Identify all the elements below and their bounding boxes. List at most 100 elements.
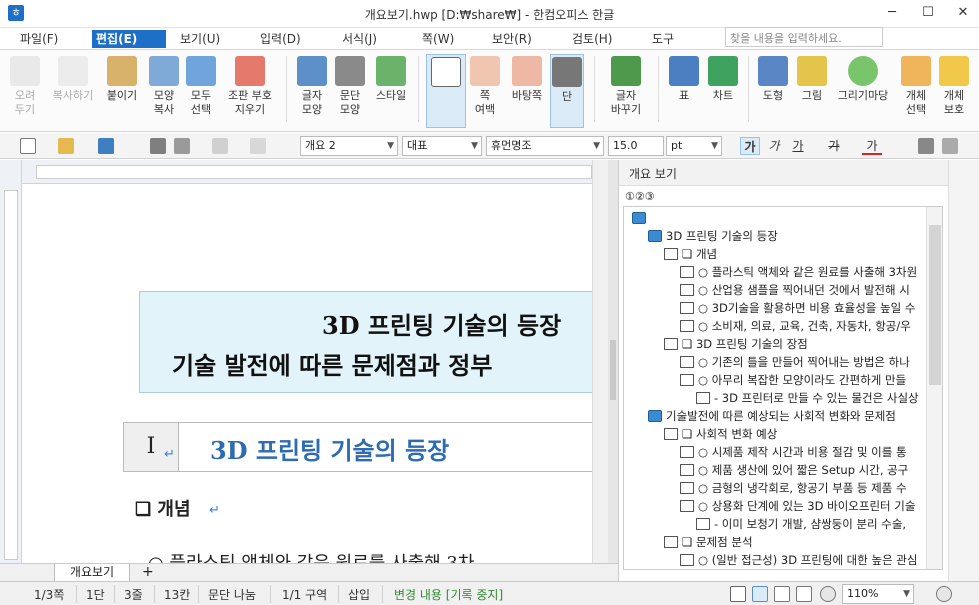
clear-codes-button[interactable]: 조판 부호 지우기 [222,54,278,128]
picture-button[interactable]: 그림 [794,54,830,128]
title-box[interactable]: 3D 프린팅 기술의 등장 기술 발전에 따른 문제점과 정부 [139,291,592,393]
zoom-out-icon[interactable] [820,586,836,602]
horizontal-ruler[interactable] [22,160,592,184]
italic-button[interactable]: 가 [764,137,784,155]
pane-splitter[interactable] [608,160,618,580]
copy-button[interactable]: 복사하기 [48,54,98,128]
menu-page[interactable]: 쪽(W) [418,30,458,48]
strikethrough-button[interactable]: 가 [824,137,844,155]
object-protect-button[interactable]: 개체 보호 [938,54,970,128]
outline-row[interactable]: - 3D 프린터로 만들 수 있는 물건은 사실상 [696,389,919,407]
outline-level-selector[interactable]: ①②③ [625,190,655,203]
shape-button[interactable]: 도형 [754,54,792,128]
menu-file[interactable]: 파일(F) [16,30,62,48]
menu-tools[interactable]: 도구 [648,30,678,48]
document-scrollbar[interactable] [592,160,608,565]
outline-row[interactable]: - 이미 보청기 개발, 샴쌍둥이 분리 수술, [696,515,906,533]
print-icon[interactable] [150,138,166,154]
font-name-select[interactable]: 휴먼명조 ▼ [486,136,604,156]
document-area[interactable]: 3D 프린팅 기술의 등장 기술 발전에 따른 문제점과 정부 I ↵ 3D 프… [23,185,592,565]
minimize-button[interactable]: ─ [880,3,904,23]
table-button[interactable]: 표 [664,54,704,128]
outline-row[interactable]: ○ 제품 생산에 있어 짧은 Setup 시간, 공구 [680,461,908,479]
align-justify-icon[interactable] [942,138,958,154]
outline-row[interactable]: ○ 소비재, 의료, 교육, 건축, 자동차, 항공/우 [680,317,911,335]
columns-button[interactable]: 단 [550,54,584,128]
outline-row[interactable]: ○ 3D기술을 활용하면 비용 효율성을 높일 수 [680,299,915,317]
cut-button[interactable]: 오려 두기 [6,54,44,128]
menu-review[interactable]: 검토(H) [568,30,616,48]
outline-row[interactable]: ○ (일반 접근성) 3D 프린팅에 대한 높은 관심 [680,551,917,569]
view-page-icon[interactable] [752,586,768,602]
menu-security[interactable]: 보안(R) [488,30,536,48]
char-shape-button[interactable]: 글자 모양 [294,54,330,128]
vertical-ruler[interactable] [0,160,22,565]
scroll-thumb[interactable] [929,225,941,385]
maximize-button[interactable]: ☐ [916,3,940,23]
bar-chart-icon [708,56,738,86]
format-copy-button[interactable]: 모양 복사 [145,54,183,128]
add-tab-button[interactable]: + [142,564,154,580]
zoom-select[interactable]: 110% ▼ [842,584,914,604]
outline-tree[interactable]: 3D 프린팅 기술의 등장 ❑ 개념 ○ 플라스틱 액체와 같은 원료를 사출해 3… [623,206,943,570]
outline-row[interactable]: ❑ 3D 프린팅 기술의 장점 [664,335,808,353]
outline-row[interactable]: ○ 플라스틱 액체와 같은 원료를 사출해 3차원 [680,263,917,281]
menu-edit[interactable]: 편집(E) [92,30,166,48]
outline-scrollbar[interactable] [926,207,942,569]
paste-button[interactable]: 붙이기 [102,54,142,128]
outline-row[interactable]: ❑ 개념 [664,245,717,263]
menu-insert[interactable]: 입력(D) [256,30,305,48]
page-margin-button[interactable]: 쪽 여백 [466,54,504,128]
view-two-page-icon[interactable] [774,586,790,602]
status-track-changes[interactable]: 변경 내용 [기록 중지] [394,586,503,603]
page-settings-button[interactable] [426,54,466,128]
outline-row[interactable] [632,209,650,227]
outline-row[interactable]: 3D 프린팅 기술의 등장 [648,227,778,245]
book-icon [648,230,662,242]
open-folder-icon[interactable] [58,138,74,154]
outline-row[interactable]: ○ 시제품 제작 시간과 비용 절감 및 이를 통 [680,443,907,461]
outline-row[interactable]: ○ 상용화 단계에 있는 3D 바이오프린터 기술 [680,497,915,515]
style-button[interactable]: 스타일 [370,54,412,128]
chart-button[interactable]: 차트 [704,54,742,128]
section-heading-box[interactable]: I ↵ 3D 프린팅 기술의 등장 [123,422,592,472]
underline-button[interactable]: 가 [788,137,808,155]
outline-row[interactable]: ❑ 문제점 분석 [664,533,753,551]
outline-row[interactable]: ○ 산업용 샘플을 찍어내던 것에서 발전해 시 [680,281,910,299]
outline-row[interactable]: ○ 기존의 틀을 만들어 찍어내는 방법은 하나 [680,353,910,371]
splitter-grip[interactable] [610,340,616,400]
outline-row[interactable]: ○ 금형의 냉각회로, 항공기 부품 등 제품 수 [680,479,907,497]
status-insert-mode[interactable]: 삽입 [348,586,370,603]
align-left-icon[interactable] [918,138,934,154]
save-icon[interactable] [98,138,114,154]
background-page-button[interactable]: 바탕쪽 [506,54,548,128]
grimadang-button[interactable]: 그리기마당 [832,54,894,128]
new-document-icon[interactable] [20,138,36,154]
document-tab[interactable]: 개요보기 [54,564,130,582]
menu-view[interactable]: 보기(U) [176,30,224,48]
print-preview-icon[interactable] [174,138,190,154]
char-change-button[interactable]: 글자 바꾸기 [600,54,652,128]
outline-row-text: 3D 프린팅 기술의 등장 [666,229,778,243]
select-all-button[interactable]: 모두 선택 [184,54,218,128]
undo-icon[interactable] [212,138,228,154]
outline-row[interactable]: 기술발전에 따른 예상되는 사회적 변화와 문제점 [648,407,896,425]
redo-icon[interactable] [250,138,266,154]
view-normal-icon[interactable] [730,586,746,602]
para-shape-button[interactable]: 문단 모양 [332,54,368,128]
status-page[interactable]: 1/3쪽 [34,586,64,603]
close-button[interactable]: ✕ [951,3,975,23]
font-language-select[interactable]: 대표 ▼ [402,136,482,156]
font-unit-select[interactable]: pt ▼ [666,136,722,156]
outline-row[interactable]: ○ 아무리 복잡한 모양이라도 간편하게 만들 [680,371,906,389]
menu-format[interactable]: 서식(J) [338,30,381,48]
bold-button[interactable]: 가 [740,137,760,155]
help-search-input[interactable]: 찾을 내용을 입력하세요. [725,27,883,47]
outline-row[interactable]: ❑ 사회적 변화 예상 [664,425,777,443]
view-multi-page-icon[interactable] [796,586,812,602]
font-color-button[interactable]: 가 [862,137,882,155]
style-select[interactable]: 개요 2 ▼ [300,136,398,156]
font-size-input[interactable]: 15.0 [608,136,664,156]
zoom-in-icon[interactable] [936,586,952,602]
object-select-button[interactable]: 개체 선택 [896,54,936,128]
